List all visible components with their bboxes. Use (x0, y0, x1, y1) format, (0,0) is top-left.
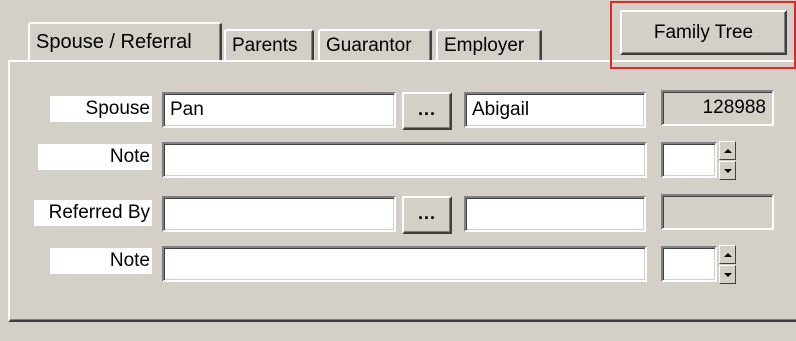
referred-note-label: Note (50, 248, 152, 274)
referred-by-label: Referred By (34, 200, 152, 226)
tab-label: Parents (232, 35, 298, 56)
referred-note-field[interactable] (162, 246, 647, 282)
spinner-up-button[interactable] (719, 245, 736, 264)
arrow-up-icon (723, 252, 732, 257)
tab-spouse-referral[interactable]: Spouse / Referral (28, 22, 222, 60)
browse-ellipsis: ... (417, 99, 436, 119)
tab-employer[interactable]: Employer (436, 29, 542, 61)
tab-label: Spouse / Referral (36, 31, 192, 53)
tab-guarantor[interactable]: Guarantor (318, 29, 432, 61)
referred-browse-button[interactable]: ... (402, 196, 452, 234)
spouse-note-field[interactable] (162, 142, 647, 178)
family-tree-label: Family Tree (653, 21, 754, 43)
tab-label: Guarantor (326, 35, 412, 56)
arrow-down-icon (723, 272, 732, 277)
family-tree-button[interactable]: Family Tree (620, 10, 787, 55)
arrow-up-icon (723, 148, 732, 153)
spouse-first-name-field[interactable]: Abigail (464, 92, 646, 128)
spouse-note-spinner-field[interactable] (661, 142, 717, 178)
tab-parents[interactable]: Parents (224, 29, 314, 61)
spouse-id-field: 128988 (661, 90, 774, 126)
browse-ellipsis: ... (417, 203, 436, 223)
referred-id-field (661, 194, 774, 230)
tab-label: Employer (444, 35, 525, 56)
spouse-browse-button[interactable]: ... (402, 92, 452, 130)
spinner-up-button[interactable] (719, 141, 736, 160)
spinner-down-button[interactable] (719, 161, 736, 180)
spinner-down-button[interactable] (719, 265, 736, 284)
referred-note-spinner-field[interactable] (661, 246, 717, 282)
referred-first-name-field[interactable] (464, 196, 646, 232)
spouse-label: Spouse (50, 96, 152, 122)
spouse-last-name-field[interactable]: Pan (162, 92, 396, 128)
spouse-note-label: Note (38, 144, 152, 170)
arrow-down-icon (723, 168, 732, 173)
referred-last-name-field[interactable] (162, 196, 396, 232)
